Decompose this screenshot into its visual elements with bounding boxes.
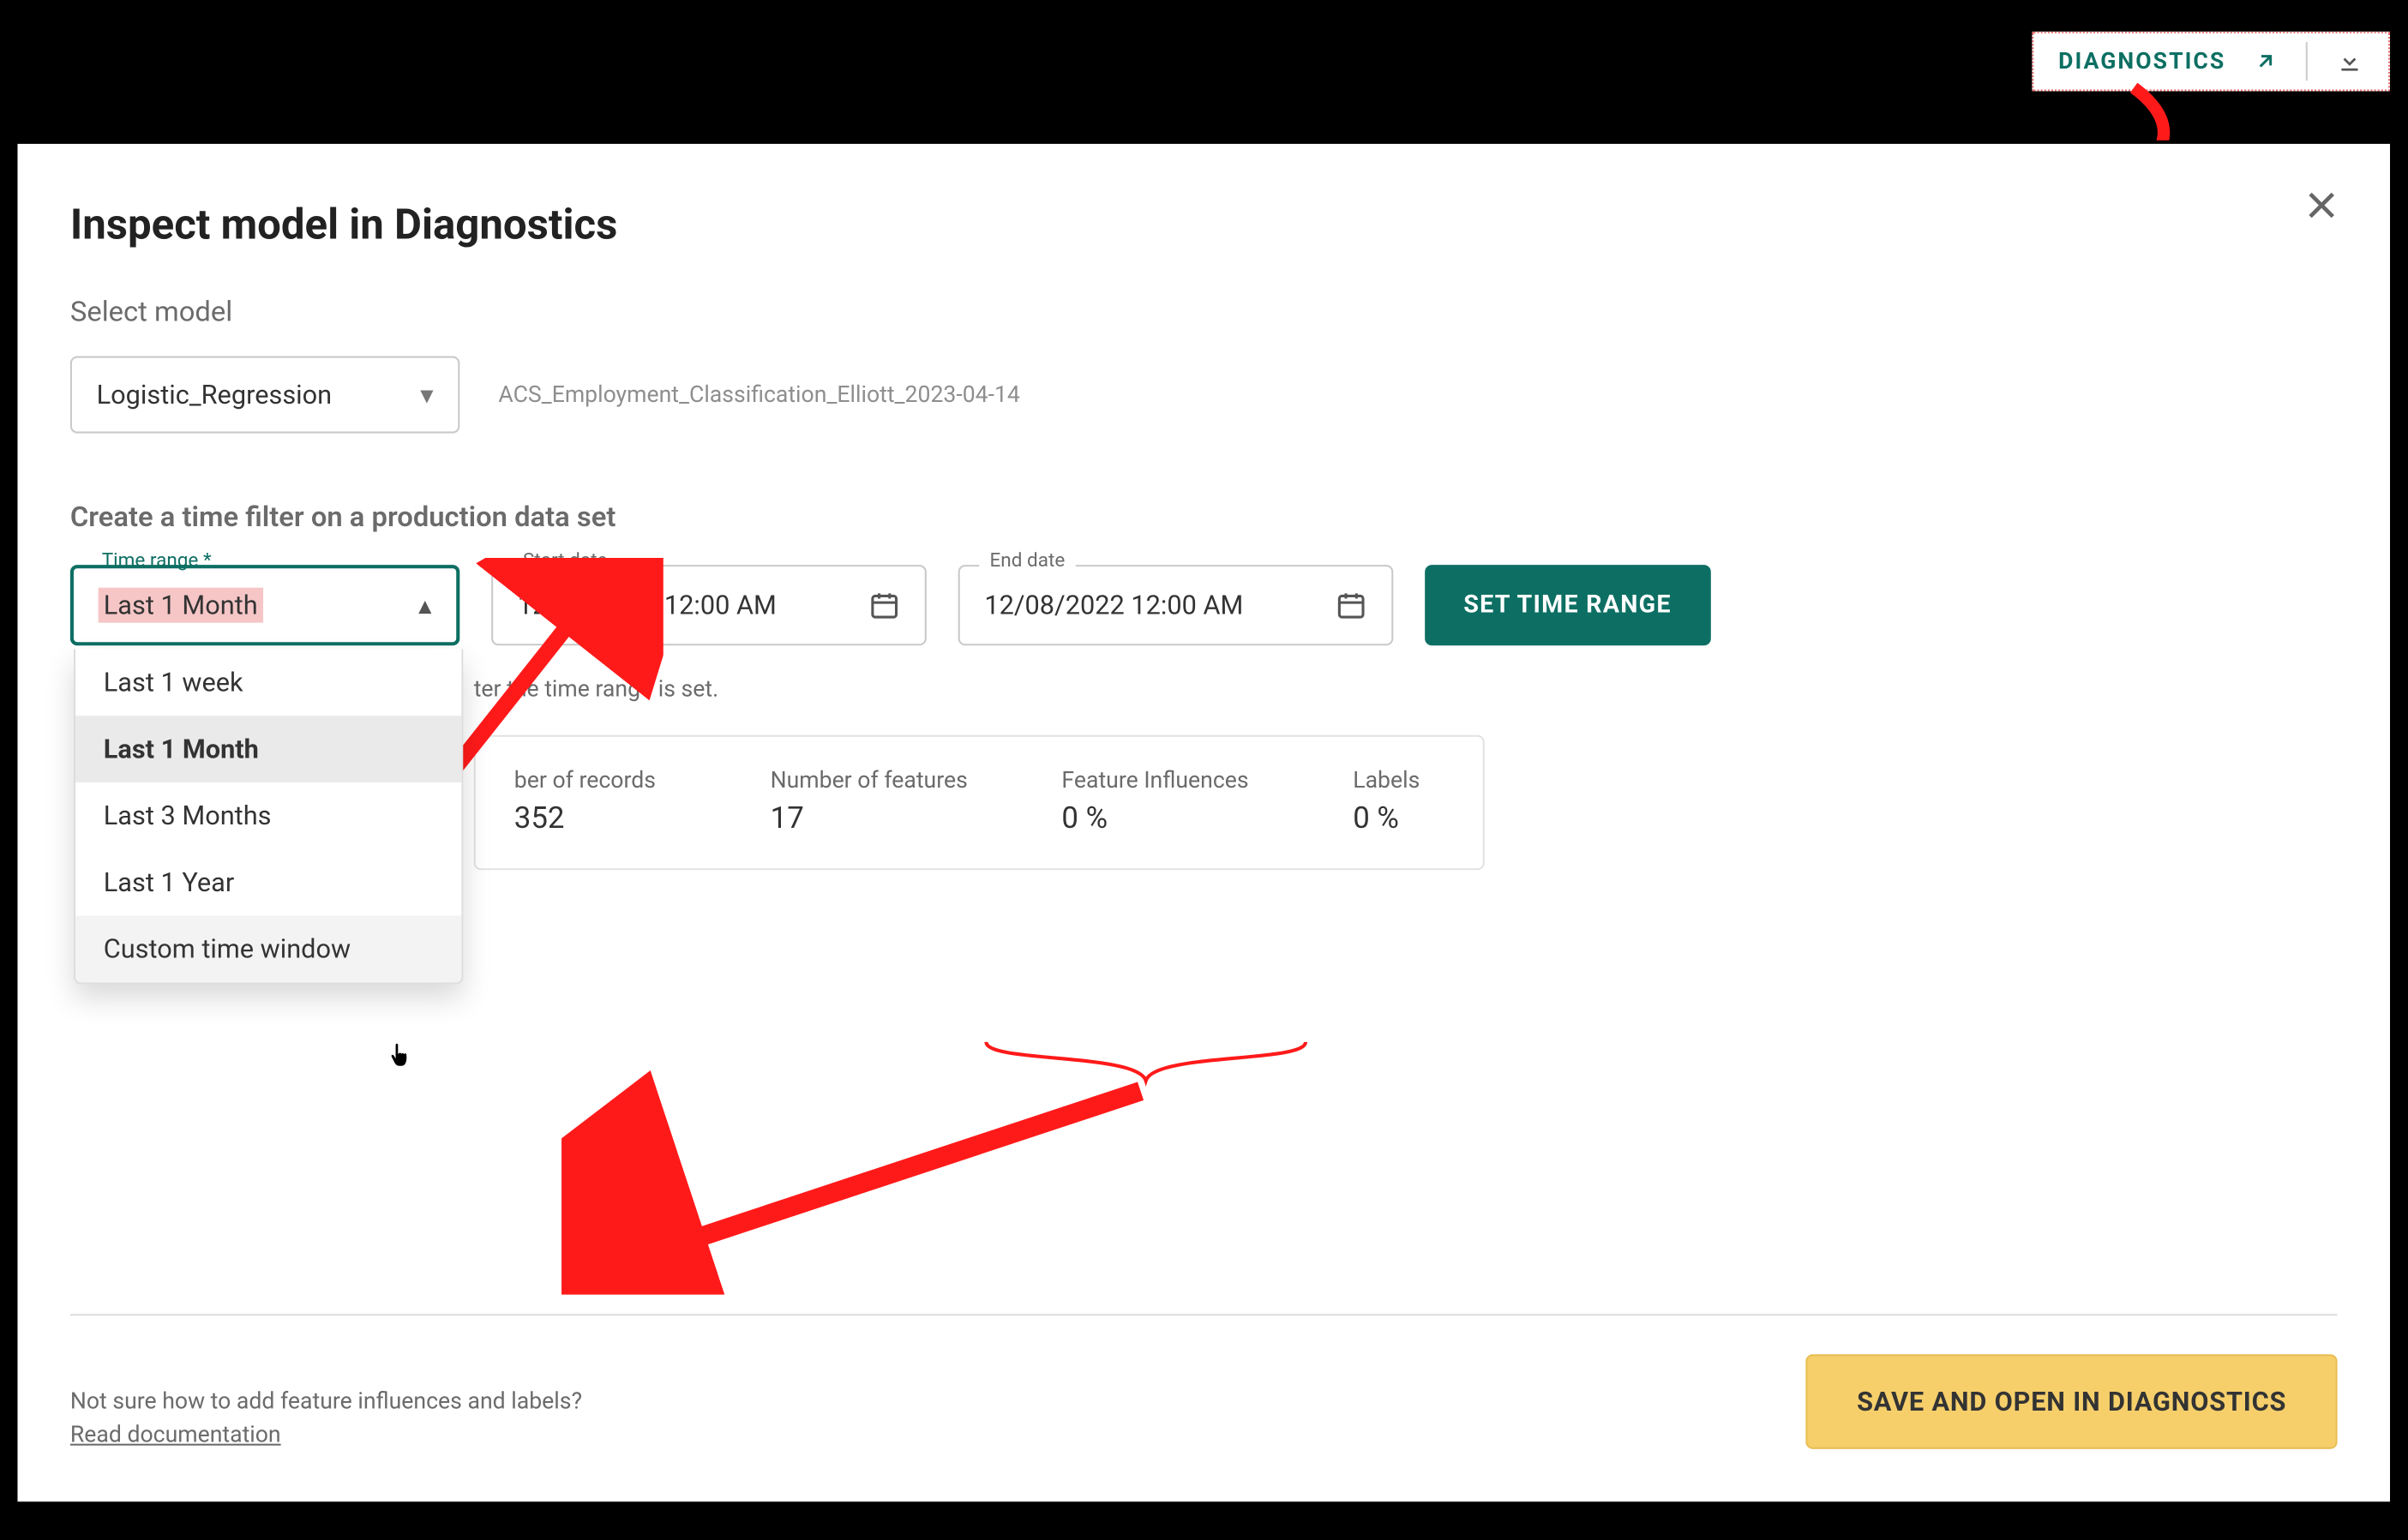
stats-box: ber of records 352 Number of features 17… [474, 735, 1485, 871]
time-range-option[interactable]: Last 1 Year [75, 849, 461, 916]
end-date-value: 12/08/2022 12:00 AM [984, 590, 1243, 621]
read-documentation-link[interactable]: Read documentation [70, 1423, 281, 1449]
stats-num-records-label: ber of records [514, 769, 760, 795]
stats-num-records-value: 352 [514, 801, 760, 836]
model-select[interactable]: Logistic_Regression ▾ [70, 357, 459, 434]
divider [2306, 42, 2308, 81]
model-context-text: ACS_Employment_Classification_Elliott_20… [498, 381, 1020, 408]
time-range-option[interactable]: Custom time window [75, 916, 461, 983]
inspect-model-modal: Inspect model in Diagnostics Select mode… [14, 141, 2393, 1506]
stats-num-features-value: 17 [771, 801, 1052, 836]
modal-title: Inspect model in Diagnostics [70, 200, 2338, 249]
after-set-hint: ter the time range is set. [474, 677, 2338, 704]
close-button[interactable] [2303, 186, 2341, 225]
diagnostics-label: DIAGNOSTICS [2058, 48, 2225, 75]
diagnostics-chip[interactable]: DIAGNOSTICS [2032, 32, 2390, 92]
start-date-float-label: Start date [513, 549, 618, 572]
stats-labels-label: Labels [1353, 769, 1546, 795]
calendar-icon [1336, 590, 1367, 621]
select-model-label: Select model [70, 295, 2338, 328]
model-select-value: Logistic_Regression [97, 379, 333, 410]
start-date-value: 12/02/2022 12:00 AM [518, 590, 777, 621]
footer-help-question: Not sure how to add feature influences a… [70, 1389, 582, 1416]
time-range-dropdown: Last 1 week Last 1 Month Last 3 Months L… [74, 649, 463, 984]
time-filter-label: Create a time filter on a production dat… [70, 500, 2338, 533]
stats-labels-value: 0 % [1353, 801, 1546, 836]
start-date-input[interactable]: 12/02/2022 12:00 AM [491, 565, 927, 645]
stats-num-features-label: Number of features [771, 769, 1052, 795]
close-icon [2303, 186, 2341, 225]
end-date-input[interactable]: 12/08/2022 12:00 AM [958, 565, 1394, 645]
stats-feat-infl-label: Feature Influences [1061, 769, 1342, 795]
end-date-float-label: End date [979, 549, 1075, 572]
chevron-up-icon: ▴ [418, 590, 431, 621]
chevron-down-icon: ▾ [420, 379, 433, 410]
divider [70, 1314, 2338, 1315]
download-icon[interactable] [2336, 47, 2364, 75]
time-range-select[interactable]: Last 1 Month ▴ Last 1 week Last 1 Month … [70, 565, 459, 645]
time-range-selected: Last 1 Month [99, 588, 263, 623]
save-open-diagnostics-button[interactable]: SAVE AND OPEN IN DIAGNOSTICS [1806, 1354, 2338, 1449]
time-range-option[interactable]: Last 1 week [75, 649, 461, 716]
stats-feat-infl-value: 0 % [1061, 801, 1342, 836]
set-time-range-button[interactable]: SET TIME RANGE [1425, 565, 1710, 645]
footer-help: Not sure how to add feature influences a… [70, 1389, 582, 1449]
time-range-option[interactable]: Last 1 Month [75, 716, 461, 782]
time-range-option[interactable]: Last 3 Months [75, 782, 461, 849]
calendar-icon [868, 590, 900, 621]
external-link-icon [2254, 49, 2279, 74]
